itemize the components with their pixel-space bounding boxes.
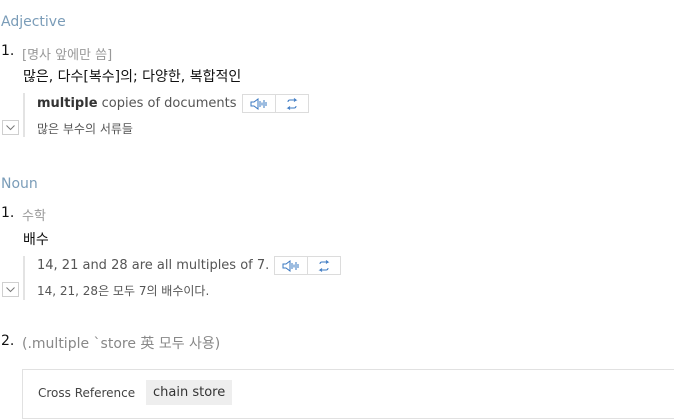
pos-label-adjective: Adjective bbox=[1, 14, 66, 30]
pos-label-noun: Noun bbox=[1, 176, 38, 192]
sense-gloss: (.multiple `store 英 모두 사용) bbox=[22, 336, 221, 352]
chevron-down-icon bbox=[6, 286, 15, 292]
repeat-icon[interactable] bbox=[274, 95, 308, 112]
sense-number: 1. bbox=[1, 43, 15, 59]
sense-gloss: [명사 앞에만 씀] bbox=[22, 48, 113, 63]
example-controls bbox=[241, 94, 309, 113]
sense-meaning: 배수 bbox=[23, 232, 49, 248]
repeat-icon[interactable] bbox=[307, 257, 340, 274]
speaker-icon[interactable] bbox=[275, 257, 307, 274]
expand-toggle[interactable] bbox=[2, 282, 19, 297]
sense-gloss: 수학 bbox=[22, 209, 46, 224]
speaker-icon[interactable] bbox=[243, 95, 275, 112]
sense-number: 2. bbox=[1, 333, 15, 349]
cross-reference-link[interactable]: chain store bbox=[146, 380, 233, 405]
example-text: 14, 21 and 28 are all multiples of 7. bbox=[37, 258, 270, 273]
example-divider bbox=[23, 256, 25, 300]
example-translation: 많은 부수의 서류들 bbox=[37, 122, 133, 136]
example-divider bbox=[23, 93, 25, 137]
example-headword: multiple bbox=[37, 96, 98, 111]
example-sentence: multiple copies of documents bbox=[37, 94, 309, 113]
example-translation: 14, 21, 28은 모두 7의 배수이다. bbox=[37, 284, 210, 298]
cross-reference-label: Cross Reference bbox=[38, 386, 136, 400]
example-sentence: 14, 21 and 28 are all multiples of 7. bbox=[37, 256, 342, 275]
example-controls bbox=[274, 256, 342, 275]
chevron-down-icon bbox=[6, 124, 15, 130]
sense-number: 1. bbox=[1, 205, 15, 221]
example-text: copies of documents bbox=[97, 96, 237, 111]
cross-reference-box: Cross Reference chain store bbox=[22, 369, 674, 419]
sense-meaning: 많은, 다수[복수]의; 다양한, 복합적인 bbox=[23, 69, 242, 85]
expand-toggle[interactable] bbox=[2, 120, 19, 135]
